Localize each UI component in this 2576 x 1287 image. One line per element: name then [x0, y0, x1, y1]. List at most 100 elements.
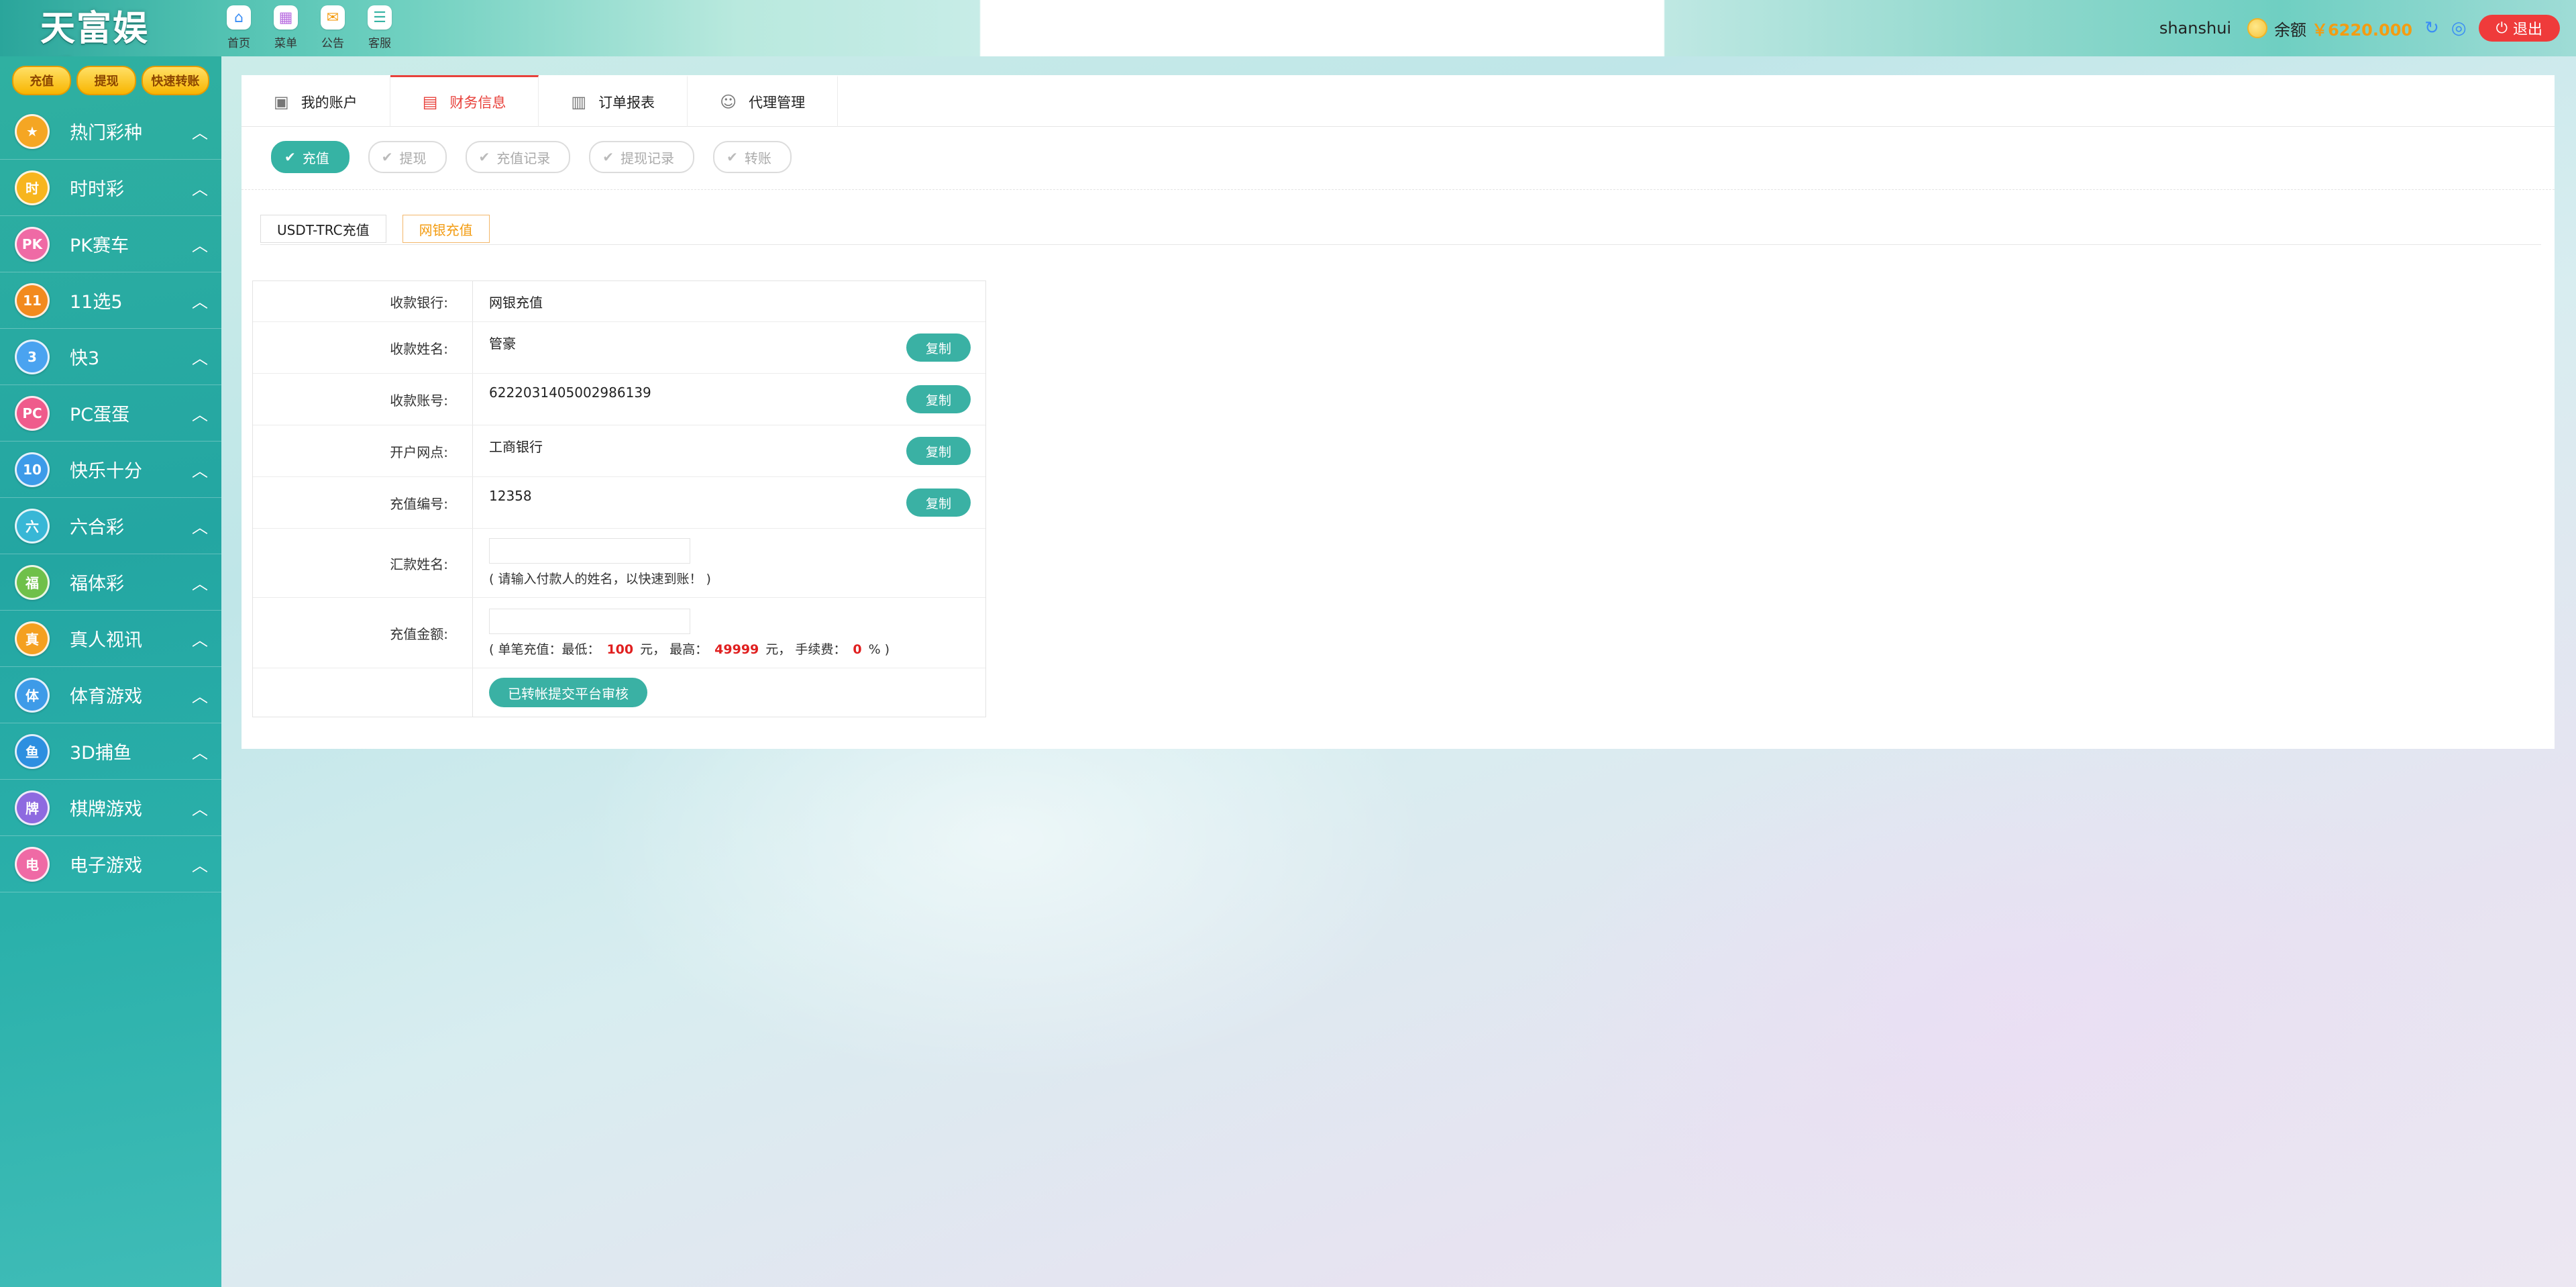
subtab-transfer[interactable]: ✔ 转账	[713, 141, 792, 173]
sidebar-item-label: 快3	[70, 348, 100, 369]
welfare-lottery-icon: 福	[15, 564, 50, 600]
limit-suffix: % )	[868, 642, 890, 657]
amount-input[interactable]	[489, 609, 690, 634]
form-value: 6222031405002986139 复制	[473, 374, 985, 425]
chevron-up-icon[interactable]: ︿	[192, 627, 208, 650]
megaphone-icon: ✉	[321, 5, 345, 30]
pc-egg-icon: PC	[15, 395, 50, 431]
deposit-form: 收款银行: 网银充值 收款姓名: 管豪 复制 收款账号: 62220314050…	[252, 280, 986, 717]
sidebar: 充值 提现 快速转账 ★ 热门彩种 ︿ 时时时彩 ︿ PK PK赛车 ︿ 11 11选5 ︿ 3 快3 ︿…	[0, 56, 221, 1287]
subtab-withdraw-records[interactable]: ✔ 提现记录	[589, 141, 695, 173]
form-row-submit: 已转帐提交平台审核	[253, 668, 985, 717]
deposit-button[interactable]: 充值	[12, 66, 72, 95]
copy-branch-button[interactable]: 复制	[906, 437, 971, 465]
tab-finance[interactable]: ▤ 财务信息	[390, 75, 539, 127]
refresh-icon[interactable]: ↻	[2424, 18, 2439, 38]
subtab-deposit[interactable]: ✔ 充值	[271, 141, 350, 173]
sidebar-item[interactable]: 福福体彩 ︿	[0, 554, 221, 611]
user-bar: shanshui 余额 ￥6220.000 ↻ ◎ ⏻ 退出	[2159, 0, 2576, 56]
chevron-up-icon[interactable]: ︿	[192, 401, 208, 425]
nav-announcement[interactable]: ✉ 公告	[319, 5, 347, 50]
live-casino-icon: 真	[15, 621, 50, 656]
limit-prefix: ( 单笔充值：最低：	[489, 642, 600, 657]
sidebar-item[interactable]: 真真人视讯 ︿	[0, 611, 221, 667]
tab-label: 我的账户	[301, 95, 358, 111]
brand-logo[interactable]: 天富娱乐®	[40, 5, 181, 96]
coin-icon	[2247, 18, 2268, 38]
chevron-up-icon[interactable]: ︿	[192, 119, 208, 143]
nav-menu[interactable]: ▦ 菜单	[272, 5, 300, 50]
nav-service[interactable]: ☰ 客服	[366, 5, 394, 50]
payee-name-value: 管豪	[489, 336, 516, 352]
sidebar-item[interactable]: 牌棋牌游戏 ︿	[0, 780, 221, 836]
eye-slash-icon[interactable]: ◎	[2451, 18, 2467, 38]
balance-value: ￥6220.000	[2312, 20, 2413, 40]
top-nav: ⌂ 首页 ▦ 菜单 ✉ 公告 ☰ 客服	[225, 5, 394, 50]
quick-transfer-button[interactable]: 快速转账	[141, 66, 210, 95]
tab-my-account[interactable]: ▣ 我的账户	[241, 75, 390, 127]
k3-icon: 3	[15, 339, 50, 374]
sidebar-item[interactable]: PC PC蛋蛋 ︿	[0, 385, 221, 442]
payment-method-tabs: USDT-TRC充值 网银充值	[260, 215, 490, 243]
divider	[241, 189, 2555, 190]
tab-agent[interactable]: ☺ 代理管理	[688, 75, 839, 127]
sidebar-item-label: 热门彩种	[70, 123, 142, 144]
tab-usdt-trc[interactable]: USDT-TRC充值	[260, 215, 386, 243]
hot-lottery-icon: ★	[15, 113, 50, 149]
sidebar-item[interactable]: 11 11选5 ︿	[0, 272, 221, 329]
tab-online-banking[interactable]: 网银充值	[402, 215, 490, 243]
chevron-up-icon[interactable]: ︿	[192, 683, 208, 707]
copy-name-button[interactable]: 复制	[906, 333, 971, 362]
finance-subtabs: ✔ 充值 ✔ 提现 ✔ 充值记录 ✔ 提现记录 ✔ 转账	[271, 141, 792, 173]
chevron-up-icon[interactable]: ︿	[192, 514, 208, 537]
logout-button[interactable]: ⏻ 退出	[2478, 15, 2560, 42]
form-value: 管豪 复制	[473, 322, 985, 373]
sidebar-item[interactable]: 时时时彩 ︿	[0, 160, 221, 216]
happy-ten-icon: 10	[15, 452, 50, 487]
sidebar-item[interactable]: 10 快乐十分 ︿	[0, 442, 221, 498]
min-amount: 100	[606, 642, 634, 657]
chevron-up-icon[interactable]: ︿	[192, 345, 208, 368]
fishing-icon: 鱼	[15, 733, 50, 769]
copy-code-button[interactable]: 复制	[906, 488, 971, 517]
submit-transfer-button[interactable]: 已转帐提交平台审核	[489, 678, 647, 707]
form-value: ( 请输入付款人的姓名，以快速到账！ )	[473, 529, 985, 597]
chevron-up-icon[interactable]: ︿	[192, 458, 208, 481]
chevron-up-icon[interactable]: ︿	[192, 176, 208, 199]
payer-name-input[interactable]	[489, 538, 690, 564]
subtab-withdraw[interactable]: ✔ 提现	[368, 141, 447, 173]
nav-home[interactable]: ⌂ 首页	[225, 5, 253, 50]
sidebar-item[interactable]: 电电子游戏 ︿	[0, 836, 221, 892]
nav-label: 公告	[321, 37, 344, 50]
withdraw-button[interactable]: 提现	[76, 66, 136, 95]
logout-label: 退出	[2512, 21, 2542, 38]
tab-order-report[interactable]: ▥ 订单报表	[539, 75, 688, 127]
sidebar-item-label: PK赛车	[70, 236, 129, 256]
mark-six-icon: 六	[15, 508, 50, 544]
fee-value: 0	[853, 642, 862, 657]
sidebar-item[interactable]: ★ 热门彩种 ︿	[0, 103, 221, 160]
sidebar-item[interactable]: PK PK赛车 ︿	[0, 216, 221, 272]
chevron-up-icon[interactable]: ︿	[192, 739, 208, 763]
sidebar-item-label: PC蛋蛋	[70, 405, 130, 425]
chevron-up-icon[interactable]: ︿	[192, 232, 208, 256]
chevron-up-icon[interactable]: ︿	[192, 796, 208, 819]
chevron-up-icon[interactable]: ︿	[192, 570, 208, 594]
sidebar-item[interactable]: 体体育游戏 ︿	[0, 667, 221, 723]
sidebar-item-label: 11选5	[70, 292, 123, 313]
sidebar-item[interactable]: 鱼 3D捕鱼 ︿	[0, 723, 221, 780]
subtab-deposit-records[interactable]: ✔ 充值记录	[465, 141, 571, 173]
chevron-up-icon[interactable]: ︿	[192, 289, 208, 312]
username[interactable]: shanshui	[2159, 19, 2231, 38]
chevron-up-icon[interactable]: ︿	[192, 852, 208, 876]
sidebar-item[interactable]: 六六合彩 ︿	[0, 498, 221, 554]
subtab-label: 转账	[744, 150, 771, 166]
slots-icon: 电	[15, 846, 50, 882]
sidebar-item[interactable]: 3 快3 ︿	[0, 329, 221, 385]
form-value: 网银充值	[473, 281, 985, 321]
copy-account-button[interactable]: 复制	[906, 385, 971, 413]
max-amount: 49999	[714, 642, 759, 657]
form-row-code: 充值编号: 12358 复制	[253, 477, 985, 529]
form-row-branch: 开户网点: 工商银行 复制	[253, 425, 985, 477]
sidebar-item-label: 真人视讯	[70, 630, 142, 651]
